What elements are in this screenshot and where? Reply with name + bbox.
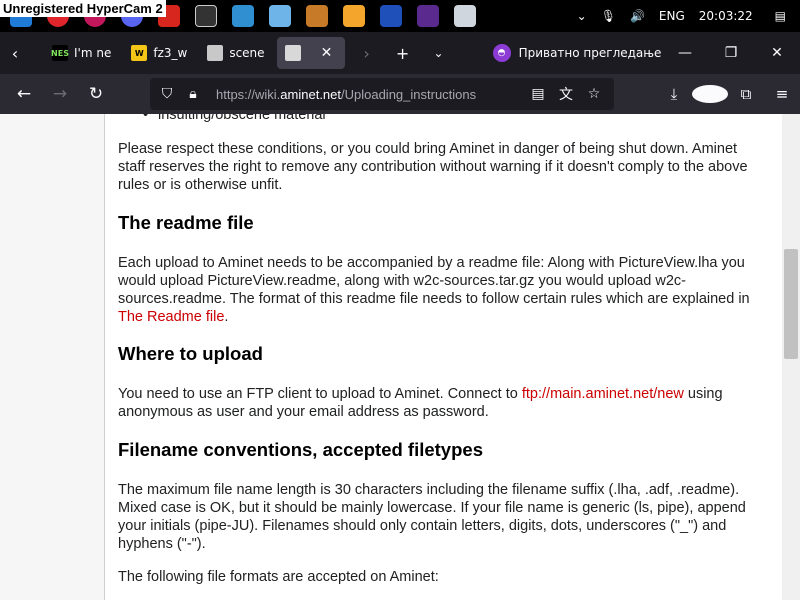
downloads-icon[interactable]: ⤓ [656,85,692,103]
aminet-favicon-icon [284,45,301,61]
maximize-icon[interactable]: ❐ [708,32,754,74]
tab-2[interactable]: W fz3_w [123,37,195,69]
heading-where-to-upload: Where to upload [118,343,263,364]
paragraph-ftp: You need to use an FTP client to upload … [118,385,768,421]
floppy-save-icon[interactable] [380,5,402,27]
notification-icon[interactable]: ▤ [775,9,786,23]
private-mask-icon: ◓ [492,44,511,62]
toolbar-actions: ⤓ G ⧉ ≡ [656,74,800,114]
paint-icon[interactable] [232,5,254,27]
navigation-toolbar: ← → ↻ ⛉ 🔒︎ https://wiki.aminet.net/Uploa… [0,74,800,114]
tab-label: I'm ne [74,46,112,60]
clapperboard-icon[interactable] [195,5,217,27]
tab-scroll-left-icon[interactable]: ‹ [0,44,30,63]
account-avatar-icon[interactable]: G [692,85,728,103]
ftp-link[interactable]: ftp://main.aminet.net/new [522,386,684,402]
wikipedia-favicon-icon: W [131,45,148,61]
bookmark-star-icon[interactable]: ☆ [580,86,608,102]
wiki-page: insulting/obscene material Please respec… [104,114,782,600]
hypercam-watermark: Unregistered HyperCam 2 [0,0,166,17]
system-tray: ⌄ 🎙 🔊 ENG 20:03:22 ▤ [577,0,800,32]
tab-scroll-right-icon[interactable]: › [349,44,385,63]
private-browsing-indicator: ◓ Приватно прегледање [492,44,662,62]
language-indicator[interactable]: ENG [659,9,685,23]
paragraph-formats: The following file formats are accepted … [118,569,439,585]
scene-favicon-icon [207,45,224,61]
media-player-icon[interactable] [343,5,365,27]
menu-hamburger-icon[interactable]: ≡ [764,85,800,103]
paragraph-filename: The maximum file name length is 30 chara… [118,482,746,552]
list-item: insulting/obscene material [143,114,326,124]
film-icon[interactable] [306,5,328,27]
private-label: Приватно прегледање [518,46,662,60]
new-tab-plus-icon[interactable]: + [385,44,421,63]
nes-favicon-icon: NES [51,45,69,61]
clock[interactable]: 20:03:22 [699,9,753,23]
close-tab-icon[interactable]: ✕ [321,45,333,61]
url-text[interactable]: https://wiki.aminet.net/Uploading_instru… [216,87,476,102]
private-browsing-icon[interactable] [417,5,439,27]
readme-end: . [224,309,229,325]
readme-link[interactable]: The Readme file [118,309,224,325]
forward-arrow-icon[interactable]: → [42,84,78,104]
scrollbar-thumb[interactable] [784,249,798,359]
tab-label: fz3_w [153,46,188,60]
tab-active[interactable]: ✕ [276,37,345,69]
url-domain: aminet.net [280,86,341,102]
chevron-up-icon[interactable]: ⌄ [577,9,587,23]
reader-view-icon[interactable]: ▤ [524,86,552,102]
tab-strip: ‹ NES I'm ne W fz3_w scene ✕ › + ⌄ ◓ При… [0,32,800,74]
heading-readme: The readme file [118,212,254,233]
close-window-icon[interactable]: ✕ [754,32,800,74]
notepad-icon[interactable] [269,5,291,27]
game-icon[interactable] [454,5,476,27]
tab-1[interactable]: NES I'm ne [44,37,119,69]
address-bar[interactable]: ⛉ 🔒︎ https://wiki.aminet.net/Uploading_i… [150,78,614,110]
tab-label: scene [229,46,265,60]
paragraph-readme: Each upload to Aminet needs to be accomp… [118,254,768,326]
shield-icon[interactable]: ⛉ [154,86,180,102]
url-path: /Uploading_instructions [341,86,477,102]
reload-icon[interactable]: ↻ [78,84,114,104]
page-viewport[interactable]: insulting/obscene material Please respec… [0,114,800,600]
volume-icon[interactable]: 🔊 [630,9,645,23]
translate-icon[interactable]: 文 [552,84,580,104]
back-arrow-icon[interactable]: ← [6,84,42,104]
url-prefix: https://wiki. [216,86,281,102]
readme-text: Each upload to Aminet needs to be accomp… [118,255,750,307]
microphone-icon[interactable]: 🎙 [601,9,616,23]
tab-3[interactable]: scene [199,37,272,69]
vertical-scrollbar[interactable] [782,114,800,600]
list-tabs-chevron-icon[interactable]: ⌄ [421,46,457,60]
ftp-text: You need to use an FTP client to upload … [118,386,522,402]
paragraph-conditions: Please respect these conditions, or you … [118,141,748,193]
address-bar-actions: ▤ 文 ☆ [524,78,608,110]
extensions-icon[interactable]: ⧉ [728,85,764,103]
lock-icon[interactable]: 🔒︎ [180,86,206,102]
minimize-icon[interactable]: — [662,32,708,74]
heading-filename-conventions: Filename conventions, accepted filetypes [118,439,483,460]
